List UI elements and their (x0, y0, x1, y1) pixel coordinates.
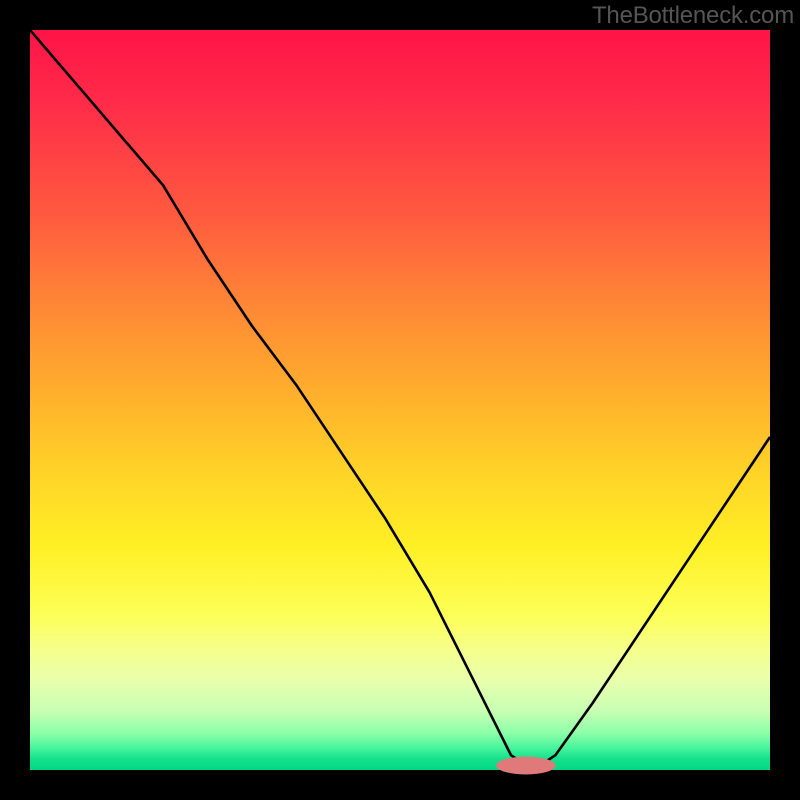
optimum-marker (496, 757, 555, 775)
chart-frame: TheBottleneck.com (0, 0, 800, 800)
plot-area (30, 30, 770, 770)
bottleneck-curve (30, 30, 770, 770)
watermark-text: TheBottleneck.com (592, 2, 794, 30)
curve-layer (30, 30, 770, 770)
